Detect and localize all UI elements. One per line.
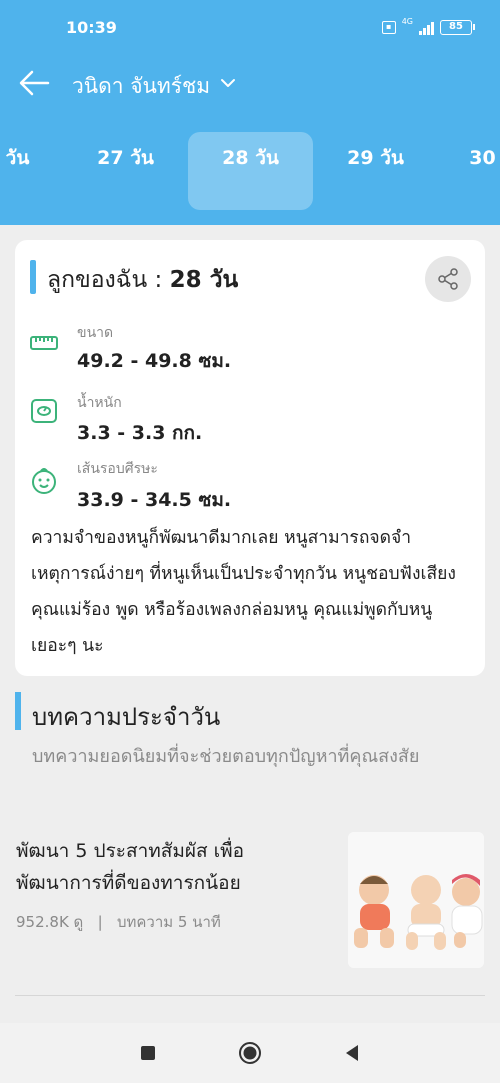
scale-icon — [31, 399, 57, 423]
network-label: 4G — [401, 17, 413, 26]
card-accent-bar — [30, 260, 36, 294]
weight-label: น้ำหนัก — [77, 395, 122, 411]
app-header: 10:39 ▪ 4G 85 วนิดา จันทร์ชม วัน 27 วัน … — [0, 0, 500, 225]
babies-photo-image — [348, 832, 484, 968]
signal-icon — [419, 21, 434, 35]
weight-value: 3.3 - 3.3 กก. — [77, 422, 203, 444]
divider — [15, 995, 485, 996]
head-circumference-value: 33.9 - 34.5 ซม. — [77, 489, 232, 511]
battery-level: 85 — [449, 21, 463, 32]
article-read-time: บทความ 5 นาที — [116, 913, 221, 931]
recent-apps-icon[interactable] — [136, 1041, 160, 1065]
baby-info-card: ลูกของฉัน : 28 วัน ขนาด 49.2 - 49.8 ซม. … — [15, 240, 485, 676]
share-icon — [438, 268, 458, 290]
article-meta-separator: | — [97, 913, 103, 931]
card-title-prefix: ลูกของฉัน : — [47, 267, 163, 293]
status-bar: 10:39 ▪ 4G 85 — [0, 0, 500, 58]
sim-icon: ▪ — [381, 21, 396, 34]
day-tabs: วัน 27 วัน 28 วัน 29 วัน 30 — [0, 132, 500, 210]
chevron-down-icon[interactable] — [219, 74, 237, 92]
status-time: 10:39 — [66, 18, 117, 37]
status-icons: ▪ 4G 85 — [381, 17, 475, 35]
card-title-days: 28 วัน — [169, 267, 239, 293]
tab-day-30[interactable]: 30 — [420, 132, 500, 210]
top-bar: วนิดา จันทร์ชม — [0, 58, 500, 108]
article-meta: 952.8K ดู | บทความ 5 นาที — [16, 910, 221, 934]
ruler-icon — [30, 336, 58, 350]
share-button[interactable] — [425, 256, 471, 302]
article-views: 952.8K ดู — [16, 913, 84, 931]
article-thumbnail[interactable] — [348, 832, 484, 968]
head-circumference-label: เส้นรอบศีรษะ — [77, 461, 158, 477]
tab-day-27[interactable]: 27 วัน — [63, 132, 188, 210]
child-name-selector[interactable]: วนิดา จันทร์ชม — [72, 70, 210, 103]
section-accent-bar — [15, 692, 21, 730]
back-nav-icon[interactable] — [340, 1041, 364, 1065]
article-item[interactable]: พัฒนา 5 ประสาทสัมผัส เพื่อพัฒนาการที่ดีข… — [0, 825, 500, 975]
back-arrow-icon[interactable] — [18, 68, 52, 98]
section-title: บทความประจำวัน — [32, 703, 221, 731]
size-value: 49.2 - 49.8 ซม. — [77, 350, 232, 372]
system-nav-bar — [0, 1023, 500, 1083]
tab-day-28[interactable]: 28 วัน — [188, 132, 313, 210]
home-icon[interactable] — [238, 1041, 262, 1065]
article-title[interactable]: พัฒนา 5 ประสาทสัมผัส เพื่อพัฒนาการที่ดีข… — [16, 835, 316, 899]
section-subtitle: บทความยอดนิยมที่จะช่วยตอบทุกปัญหาที่คุณส… — [32, 746, 420, 767]
battery-icon: 85 — [440, 20, 475, 35]
baby-face-icon — [32, 468, 56, 494]
size-label: ขนาด — [77, 325, 114, 341]
card-title: ลูกของฉัน : 28 วัน — [47, 262, 238, 298]
development-description: ความจำของหนูก็พัฒนาดีมากเลย หนูสามารถจดจ… — [31, 528, 456, 656]
